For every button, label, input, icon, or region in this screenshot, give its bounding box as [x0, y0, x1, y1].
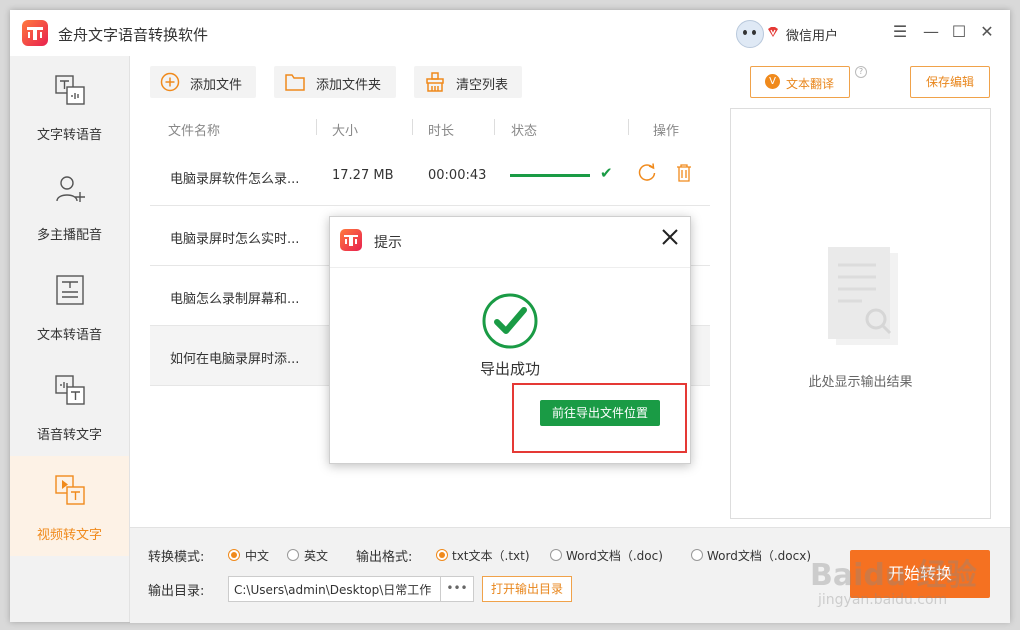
format-radio-docx[interactable]: [691, 549, 703, 561]
add-folder-button[interactable]: 添加文件夹: [274, 66, 396, 98]
maximize-button[interactable]: ☐: [950, 23, 968, 41]
document-to-speech-icon: [56, 275, 84, 305]
format-radio-txt[interactable]: [436, 549, 448, 561]
browse-dir-button[interactable]: •••: [440, 576, 474, 602]
watermark-url: jingyan.baidu.com: [818, 592, 948, 608]
column-divider: [412, 119, 413, 135]
app-title: 金舟文字语音转换软件: [58, 26, 209, 44]
mode-option-chinese[interactable]: 中文: [245, 547, 269, 564]
column-header-actions: 操作: [653, 124, 680, 139]
file-size: 17.27 MB: [332, 168, 394, 183]
mode-label: 转换模式:: [148, 550, 205, 565]
dialog-title: 提示: [374, 235, 402, 251]
add-folder-label: 添加文件夹: [316, 78, 382, 93]
sidebar-item-label: 文字转语音: [36, 128, 102, 143]
save-edit-button[interactable]: 保存编辑: [910, 66, 990, 98]
file-name: 电脑录屏时怎么实时...: [170, 232, 300, 247]
output-dir-value: C:\Users\admin\Desktop\日常工作: [234, 583, 432, 597]
folder-icon: [285, 74, 305, 91]
baidu-watermark: Baidu 经验 jingyan.baidu.com: [790, 520, 1020, 630]
column-header-name: 文件名称: [168, 124, 221, 139]
add-file-button[interactable]: 添加文件: [150, 66, 256, 98]
dialog-logo-icon: [340, 229, 362, 251]
add-circle-icon: [160, 72, 180, 92]
table-row[interactable]: 电脑录屏软件怎么录... 17.27 MB 00:00:43 ✔: [150, 146, 710, 206]
file-duration: 00:00:43: [428, 168, 487, 183]
column-divider: [316, 119, 317, 135]
mode-option-english[interactable]: 英文: [304, 547, 328, 564]
sidebar-item-label: 多主播配音: [36, 228, 102, 243]
sidebar-item-multi-voice[interactable]: 多主播配音: [10, 156, 129, 256]
progress-bar: [510, 174, 590, 177]
column-divider: [628, 119, 629, 135]
multi-voice-icon: [56, 176, 85, 202]
app-logo-icon: [22, 20, 48, 46]
app-window: 金舟文字语音转换软件 微信用户 ☰ — ☐ ✕ 文字转语音 多主播配音 文本转语…: [10, 10, 1010, 623]
success-dialog: 提示 导出成功 前往导出文件位置: [329, 216, 691, 464]
broom-icon: [426, 72, 444, 92]
format-option-txt[interactable]: txt文本（.txt): [452, 547, 530, 564]
sidebar-item-label: 视频转文字: [36, 528, 102, 543]
highlight-box: [512, 383, 687, 453]
text-to-speech-icon: [55, 75, 85, 105]
mode-radio-english[interactable]: [287, 549, 299, 561]
format-radio-doc[interactable]: [550, 549, 562, 561]
watermark-brand: Baidu 经验: [810, 558, 977, 593]
username[interactable]: 微信用户: [786, 25, 838, 44]
refresh-icon[interactable]: [637, 162, 657, 182]
dialog-divider: [330, 267, 690, 268]
column-divider: [494, 119, 495, 135]
speech-to-text-icon: [55, 375, 85, 405]
add-file-label: 添加文件: [190, 78, 243, 93]
close-icon[interactable]: [660, 227, 680, 247]
output-placeholder: 此处显示输出结果: [808, 375, 913, 390]
success-check-icon: [482, 293, 538, 349]
vip-badge-icon: [768, 27, 778, 37]
document-search-icon: [828, 247, 898, 345]
close-button[interactable]: ✕: [978, 23, 996, 41]
sidebar-item-label: 文本转语音: [36, 328, 102, 343]
format-option-doc[interactable]: Word文档（.doc): [566, 547, 663, 564]
sidebar-item-document-to-speech[interactable]: 文本转语音: [10, 256, 129, 356]
column-header-status: 状态: [511, 124, 538, 139]
output-panel: 此处显示输出结果: [730, 108, 991, 519]
video-to-text-icon: [55, 475, 85, 505]
file-name: 如何在电脑录屏时添...: [170, 352, 300, 367]
open-output-dir-button[interactable]: 打开输出目录: [482, 576, 572, 602]
mode-radio-chinese[interactable]: [228, 549, 240, 561]
format-label: 输出格式:: [356, 550, 413, 565]
translate-icon: V: [765, 74, 780, 89]
delete-icon[interactable]: [676, 164, 692, 182]
title-bar: 金舟文字语音转换软件 微信用户 ☰ — ☐ ✕: [10, 10, 1010, 56]
sidebar: 文字转语音 多主播配音 文本转语音 语音转文字 视频转文字: [10, 56, 130, 622]
output-dir-field[interactable]: C:\Users\admin\Desktop\日常工作: [228, 576, 442, 602]
minimize-button[interactable]: —: [922, 23, 940, 41]
sidebar-item-speech-to-text[interactable]: 语音转文字: [10, 356, 129, 456]
file-name: 电脑怎么录制屏幕和...: [170, 292, 300, 307]
translate-button[interactable]: V 文本翻译: [750, 66, 850, 98]
sidebar-item-text-to-speech[interactable]: 文字转语音: [10, 56, 129, 156]
avatar[interactable]: [736, 20, 764, 48]
check-icon: ✔: [600, 164, 613, 182]
help-icon[interactable]: ?: [855, 66, 867, 78]
column-header-size: 大小: [332, 124, 359, 139]
dir-label: 输出目录:: [148, 584, 205, 599]
clear-list-button[interactable]: 清空列表: [414, 66, 522, 98]
sidebar-item-label: 语音转文字: [36, 428, 102, 443]
clear-list-label: 清空列表: [456, 78, 509, 93]
sidebar-item-video-to-text[interactable]: 视频转文字: [10, 456, 129, 556]
file-name: 电脑录屏软件怎么录...: [170, 172, 300, 187]
menu-button[interactable]: ☰: [891, 23, 909, 41]
translate-label: 文本翻译: [786, 77, 835, 91]
dialog-message: 导出成功: [479, 360, 540, 378]
column-header-duration: 时长: [428, 124, 455, 139]
